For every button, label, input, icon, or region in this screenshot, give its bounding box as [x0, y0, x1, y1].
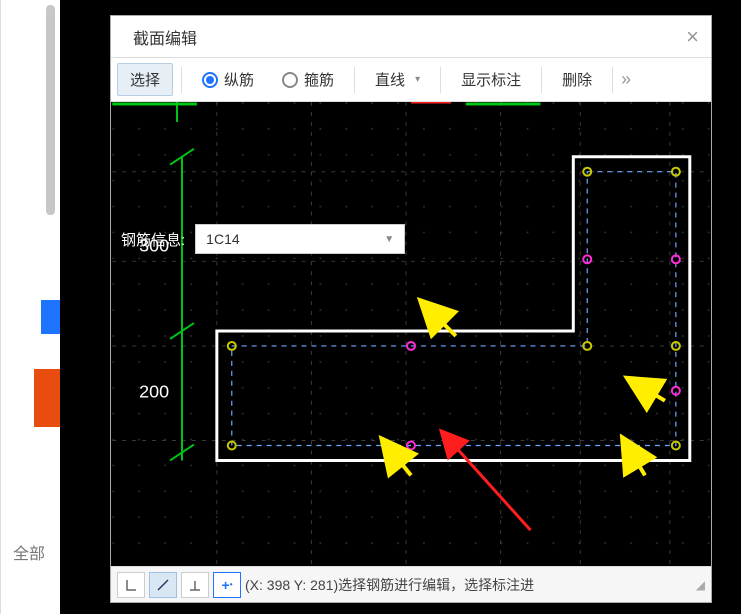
select-button[interactable]: 选择	[117, 63, 173, 96]
blue-square	[41, 300, 61, 334]
statusbar: +• (X: 398 Y: 281)选择钢筋进行编辑，选择标注进 ◢	[111, 566, 711, 602]
snap-l-button[interactable]	[117, 572, 145, 598]
snap-diagonal-button[interactable]	[149, 572, 177, 598]
separator	[440, 67, 441, 93]
rebar-info-value: 1C14	[206, 231, 239, 247]
longitudinal-rebar-radio[interactable]: 纵筋	[190, 64, 266, 95]
dialog-title: 截面编辑	[133, 25, 197, 49]
orange-square	[34, 369, 61, 427]
orange-label: 全	[14, 435, 28, 455]
longitudinal-rebar-label: 纵筋	[224, 69, 254, 90]
rebar-info-label: 钢筋信息:	[121, 229, 185, 250]
stirrup-label: 箍筋	[304, 69, 334, 90]
show-dimension-button[interactable]: 显示标注	[449, 64, 533, 95]
section-edit-dialog: 截面编辑 × 选择 纵筋 箍筋 直线 显示标注 删除 » 钢筋信息: 1C14 …	[110, 15, 712, 603]
snap-perp-button[interactable]	[181, 572, 209, 598]
line-dropdown[interactable]: 直线	[363, 64, 432, 95]
toolbar: 选择 纵筋 箍筋 直线 显示标注 删除 »	[111, 58, 711, 102]
coord-readout: (X: 398 Y: 281)选择钢筋进行编辑，选择标注进	[245, 575, 534, 595]
stirrup-radio[interactable]: 箍筋	[270, 64, 346, 95]
separator	[612, 67, 613, 93]
dim-200: 200	[139, 382, 169, 402]
separator	[354, 67, 355, 93]
scrollbar-thumb[interactable]	[46, 5, 55, 215]
resize-grip-icon[interactable]: ◢	[696, 578, 705, 592]
chevron-down-icon: ▼	[384, 234, 394, 245]
rebar-info-row: 钢筋信息: 1C14 ▼	[121, 224, 405, 254]
radio-off-icon	[282, 72, 298, 88]
more-icon[interactable]: »	[621, 69, 631, 90]
radio-on-icon	[202, 72, 218, 88]
separator	[541, 67, 542, 93]
section-graphic: 300 200	[111, 102, 711, 566]
rebar-info-select[interactable]: 1C14 ▼	[195, 224, 405, 254]
close-icon[interactable]: ×	[686, 24, 699, 50]
all-label: 全部	[13, 540, 45, 564]
delete-button[interactable]: 删除	[550, 64, 604, 95]
add-button[interactable]: +•	[213, 572, 241, 598]
drawing-canvas[interactable]: 钢筋信息: 1C14 ▼	[111, 102, 711, 566]
left-sidebar: 全 全部	[0, 0, 65, 614]
separator	[181, 67, 182, 93]
titlebar: 截面编辑 ×	[111, 16, 711, 58]
